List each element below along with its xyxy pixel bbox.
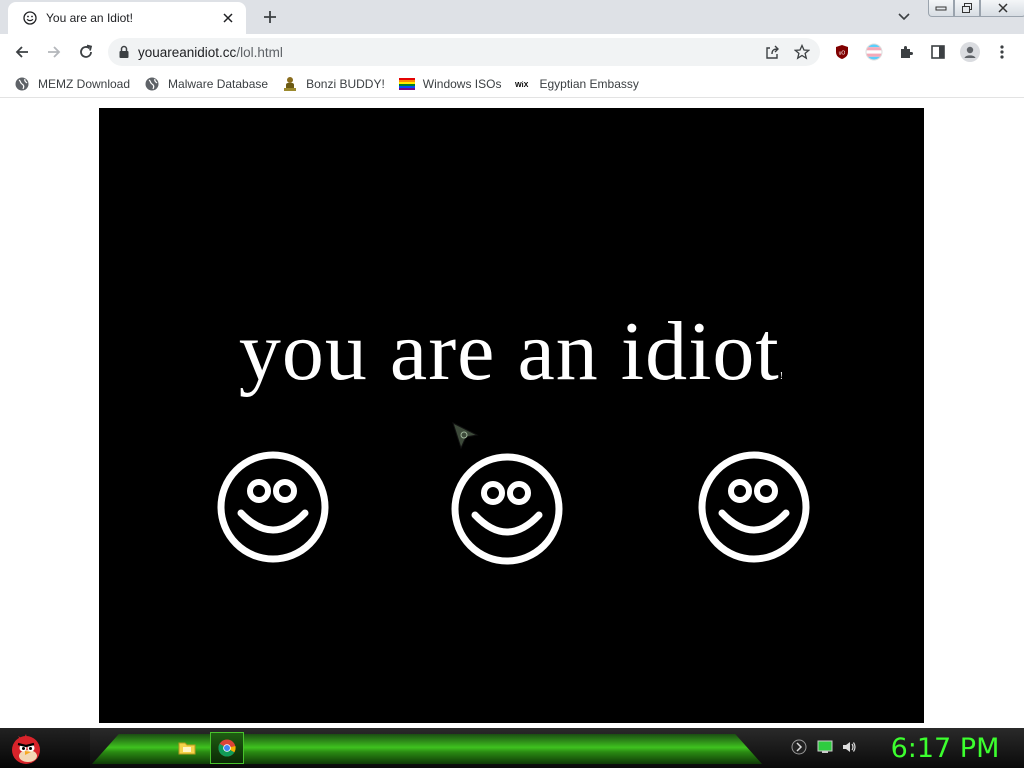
keyboard-icon: [791, 739, 807, 755]
lock-icon[interactable]: [118, 45, 130, 59]
bookmark-label: Windows ISOs: [422, 76, 502, 91]
tab-active[interactable]: You are an Idiot!: [8, 2, 246, 34]
plus-icon: [264, 11, 276, 23]
smiley-face-icon: [451, 453, 563, 565]
bonzi-icon: [282, 76, 298, 92]
new-tab-button[interactable]: [258, 7, 282, 27]
arrow-left-icon: [15, 46, 28, 58]
volume-tray-icon[interactable]: [840, 738, 858, 756]
chrome-icon: [218, 739, 236, 757]
more-vert-icon[interactable]: [990, 40, 1014, 64]
bookmark-label: Bonzi BUDDY!: [306, 76, 385, 91]
back-button[interactable]: [10, 40, 34, 64]
globe-icon: [144, 76, 160, 92]
reload-icon: [80, 44, 93, 58]
url-path: /lol.html: [236, 44, 283, 60]
chevron-down-icon: [898, 13, 910, 21]
tab-search-button[interactable]: [894, 9, 914, 25]
close-window-button[interactable]: [980, 0, 1024, 17]
close-tab-icon[interactable]: [220, 10, 236, 26]
bookmark-windows-isos[interactable]: Windows ISOs: [393, 72, 510, 96]
headline: you are an idiot!: [99, 303, 924, 400]
smiley-face-icon: [217, 451, 329, 563]
puzzle-icon[interactable]: [894, 40, 918, 64]
file-explorer-icon: [178, 742, 196, 755]
restore-button[interactable]: [954, 0, 980, 17]
bookmark-label: MEMZ Download: [38, 76, 131, 91]
globe-icon: [14, 76, 30, 92]
bookmark-label: Malware Database: [168, 76, 269, 91]
network-tray-icon[interactable]: [816, 738, 834, 756]
share-icon[interactable]: [760, 40, 784, 64]
tab-strip: You are an Idiot!: [0, 0, 1024, 34]
wix-icon: WiX: [515, 76, 531, 92]
svg-text:uO: uO: [839, 51, 846, 57]
ublock-icon[interactable]: uO: [830, 40, 854, 64]
browser-toolbar: youareanidiot.cc/lol.html uO: [0, 34, 1024, 70]
volume-icon: [843, 742, 856, 752]
reload-button[interactable]: [74, 40, 98, 64]
taskbar-chrome[interactable]: [210, 732, 244, 764]
trans-flag-icon[interactable]: [862, 40, 886, 64]
idiot-stage[interactable]: you are an idiot!: [99, 108, 924, 723]
tab-title: You are an Idiot!: [46, 11, 133, 25]
window-controls: [928, 0, 1024, 18]
taskbar-file-explorer[interactable]: [170, 732, 204, 764]
profile-icon[interactable]: [958, 40, 982, 64]
bookmark-egyptian-embassy[interactable]: WiX Egyptian Embassy: [509, 72, 646, 96]
start-button[interactable]: [6, 730, 46, 766]
bookmark-bonzi-buddy[interactable]: Bonzi BUDDY!: [276, 72, 393, 96]
smiley-icon: [22, 10, 38, 26]
url-text: youareanidiot.cc/lol.html: [138, 45, 760, 60]
arrow-right-icon: [48, 46, 61, 58]
bookmark-memz[interactable]: MEMZ Download: [8, 72, 138, 96]
restore-icon: [962, 3, 972, 13]
minimize-icon: [935, 6, 947, 11]
rainbow-flag-icon: [398, 76, 415, 92]
bookmarks-bar: MEMZ Download Malware Database Bonzi BUD…: [0, 70, 1024, 98]
star-icon[interactable]: [790, 40, 814, 64]
network-icon: [817, 740, 833, 753]
side-panel-icon[interactable]: [926, 40, 950, 64]
smiley-face-icon: [698, 451, 810, 563]
taskbar-clock[interactable]: 6:17 PM: [880, 732, 1010, 766]
headline-suffix: !: [779, 371, 785, 382]
headline-text: you are an idiot: [238, 305, 780, 398]
forward-button[interactable]: [42, 40, 66, 64]
taskbar: 6:17 PM: [0, 728, 1024, 768]
url-host: youareanidiot.cc: [138, 44, 237, 60]
keyboard-tray-icon[interactable]: [790, 738, 808, 756]
svg-text:WiX: WiX: [515, 81, 529, 89]
bookmark-label: Egyptian Embassy: [539, 76, 639, 91]
cursor-icon: [452, 422, 479, 450]
bookmark-malware-database[interactable]: Malware Database: [138, 72, 276, 96]
close-icon: [998, 3, 1008, 13]
minimize-button[interactable]: [928, 0, 954, 17]
page-viewport: you are an idiot!: [0, 99, 1024, 728]
address-bar[interactable]: youareanidiot.cc/lol.html: [108, 38, 820, 66]
angry-bird-icon: [12, 734, 40, 764]
